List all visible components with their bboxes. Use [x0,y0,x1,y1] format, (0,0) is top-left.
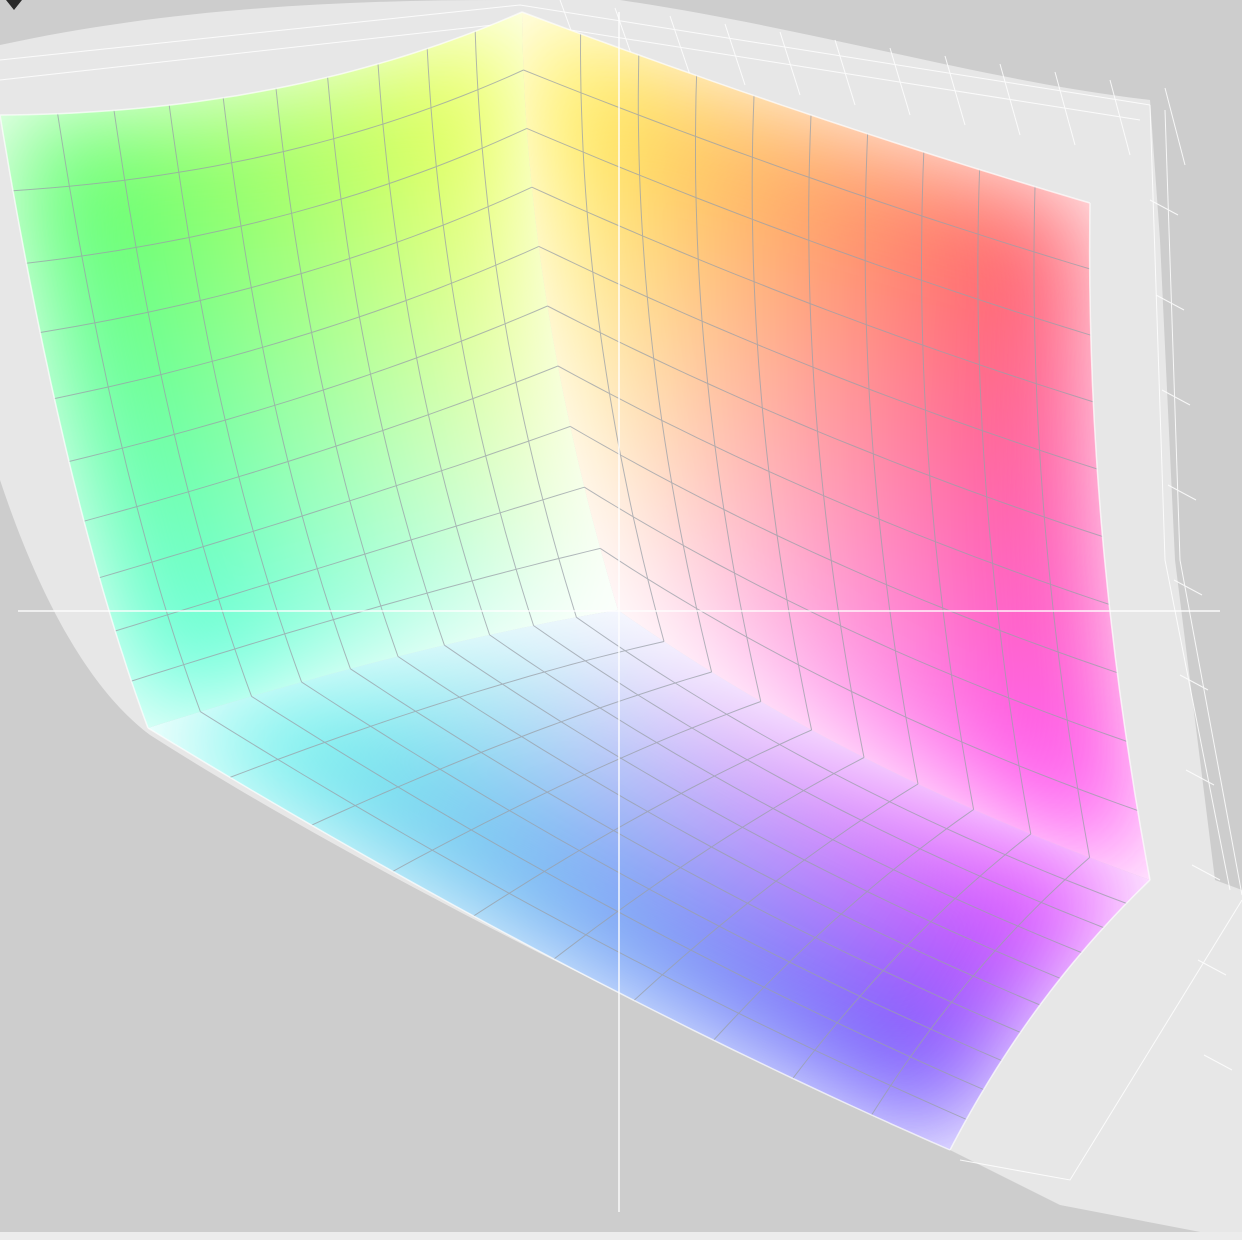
color-cell [141,103,183,152]
color-cell [252,166,292,215]
triangle-down-icon[interactable] [6,0,22,10]
color-cell [214,134,254,183]
gamut-3d-viewport[interactable] [0,0,1242,1240]
color-cell [181,140,222,189]
status-strip [0,1232,1242,1240]
color-cell [275,80,313,129]
color-cell [220,173,260,222]
color-cell [279,119,318,168]
color-cell [242,87,282,136]
color-cell [175,99,216,148]
color-cell [247,127,286,176]
color-cell [209,93,249,142]
